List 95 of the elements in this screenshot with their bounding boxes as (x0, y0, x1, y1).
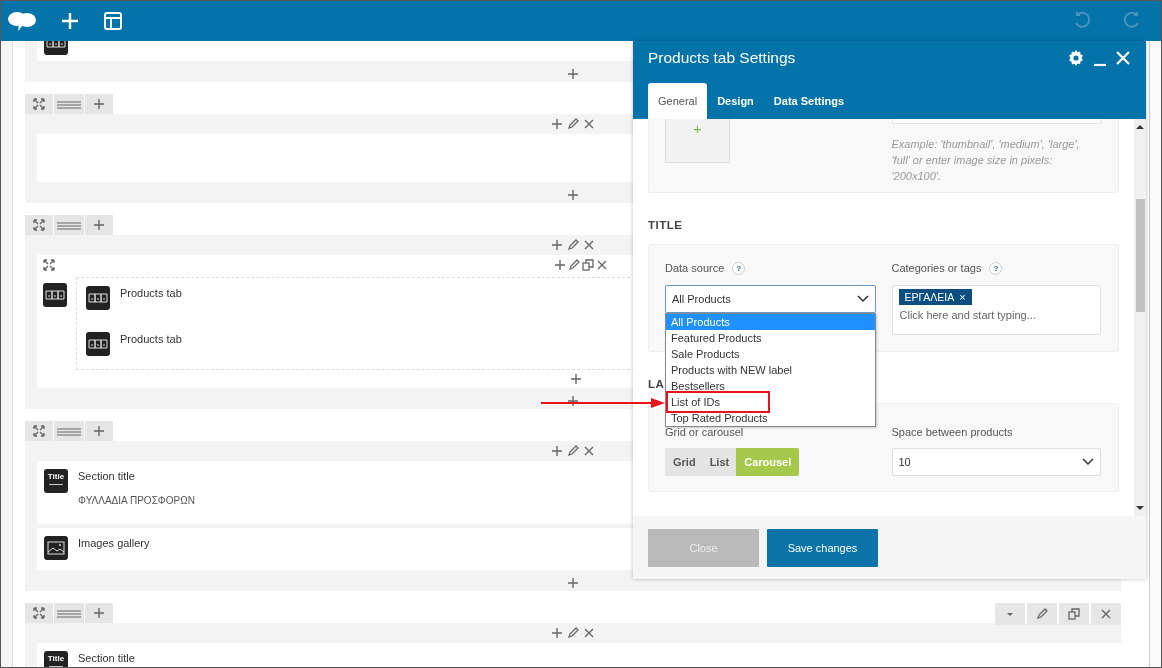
dropdown-field[interactable]: 10 (891, 448, 1101, 476)
help-icon[interactable]: ? (732, 261, 746, 275)
close-icon[interactable] (1100, 608, 1112, 620)
plus-icon[interactable] (567, 67, 579, 80)
pencil-icon[interactable] (1036, 608, 1048, 620)
help-text: Example: 'thumbnail', 'medium', 'large', 'full' or enter image size in pixels: '200x100'. (891, 137, 1081, 184)
tab[interactable]: Data Settings (763, 83, 855, 119)
gallery-icon (44, 536, 68, 560)
toggle-option[interactable]: List (702, 448, 737, 476)
drag-handle[interactable] (54, 94, 84, 114)
section-heading: TITLE (648, 219, 683, 231)
field-label: Categories or tags (891, 262, 982, 274)
settings-icon[interactable] (1067, 49, 1085, 67)
plus-icon[interactable] (93, 219, 105, 231)
plus-icon[interactable] (93, 98, 105, 110)
close-button[interactable] (1091, 603, 1121, 625)
remove-tag-button[interactable]: × (959, 291, 966, 303)
plus-icon[interactable] (93, 425, 105, 437)
copy-icon[interactable] (582, 259, 594, 271)
layout-icon[interactable] (103, 11, 123, 31)
drag-handle[interactable] (54, 421, 84, 441)
dropdown-option[interactable]: Bestsellers (666, 378, 875, 394)
element-title: Images gallery (78, 537, 150, 549)
expand-button[interactable] (25, 421, 53, 441)
close-icon[interactable] (583, 239, 595, 251)
drag-handle[interactable] (54, 215, 84, 235)
close-icon[interactable] (583, 445, 595, 457)
scrollbar[interactable] (1134, 119, 1146, 516)
tabs-element-icon (86, 332, 110, 356)
plus-icon[interactable] (567, 188, 579, 201)
field-label: Data source (665, 262, 725, 274)
expand-button[interactable] (25, 94, 53, 114)
dialog-title: Products tab Settings (648, 49, 796, 67)
element-title: Section title (78, 470, 136, 482)
copy-icon[interactable] (1068, 608, 1080, 620)
element-text: ΦΥΛΛΑΔΙΑ ΠΡΟΣΦΟΡΩΝ (78, 495, 195, 508)
add-icon[interactable] (60, 11, 80, 31)
tabs-element-icon (43, 283, 67, 307)
title-element-icon: Title (44, 651, 68, 667)
plus-icon[interactable] (567, 576, 579, 589)
plus-icon[interactable] (551, 445, 563, 457)
add-button[interactable] (85, 421, 113, 441)
pencil-icon[interactable] (567, 239, 579, 251)
tab[interactable]: General (648, 83, 708, 119)
expand-button[interactable] (25, 603, 53, 623)
pencil-icon[interactable] (568, 259, 580, 271)
expand-icon[interactable] (33, 607, 45, 619)
logo-icon[interactable] (7, 10, 37, 32)
dropdown-option[interactable]: Sale Products (666, 346, 875, 362)
plus-icon[interactable] (551, 627, 563, 639)
pencil-icon[interactable] (567, 627, 579, 639)
plus-icon[interactable] (551, 239, 563, 251)
expand-icon[interactable] (33, 425, 45, 437)
help-icon[interactable]: ? (989, 261, 1003, 275)
close-icon[interactable] (596, 259, 608, 271)
add-button[interactable] (85, 603, 113, 623)
expand-icon[interactable] (33, 219, 45, 231)
plus-icon[interactable] (570, 373, 582, 385)
close-icon[interactable] (583, 118, 595, 130)
dropdown-field[interactable]: All Products (665, 285, 876, 313)
drag-handle[interactable] (54, 603, 84, 623)
dropdown-option[interactable]: Products with NEW label (666, 362, 875, 378)
tab[interactable]: Design (707, 83, 764, 119)
dropdown-option[interactable]: Featured Products (666, 330, 875, 346)
plus-icon[interactable] (554, 259, 566, 271)
save-button[interactable]: Save changes (767, 528, 878, 567)
tabs-element-icon (86, 286, 110, 310)
section-heading: LA (648, 378, 665, 390)
add-button[interactable] (85, 215, 113, 235)
close-icon[interactable] (583, 627, 595, 639)
copy-button[interactable] (1059, 603, 1089, 625)
element-title: Products tab (120, 287, 182, 299)
field-label: Grid or carousel (665, 426, 744, 438)
plus-icon[interactable] (551, 118, 563, 130)
pencil-icon[interactable] (567, 118, 579, 130)
expand-button[interactable] (25, 215, 53, 235)
tag-label: ΕΡΓΑΛΕΙΑ (904, 291, 955, 303)
dropdown-option[interactable]: List of IDs (666, 394, 875, 410)
dropdown-option[interactable]: Top Rated Products (666, 410, 875, 426)
input-field[interactable] (891, 119, 1101, 124)
expand-icon[interactable] (43, 259, 55, 271)
expand-icon[interactable] (33, 98, 45, 110)
element-title: Products tab (120, 333, 182, 345)
plus-icon[interactable] (567, 394, 579, 407)
field-label: Space between products (891, 426, 1013, 438)
plus-icon[interactable] (93, 607, 105, 619)
element-title: Section title (78, 652, 135, 664)
pencil-button[interactable] (1027, 603, 1057, 625)
chevron-down-icon[interactable] (1081, 458, 1094, 466)
tag-input-field[interactable]: ΕΡΓΑΛΕΙΑ × Click here and start typing... (891, 285, 1101, 335)
pencil-icon[interactable] (567, 445, 579, 457)
add-button[interactable] (85, 94, 113, 114)
toggle-option[interactable]: Grid (665, 448, 703, 476)
chevron-down-icon[interactable] (857, 295, 869, 303)
title-element-icon: Title (44, 469, 68, 493)
